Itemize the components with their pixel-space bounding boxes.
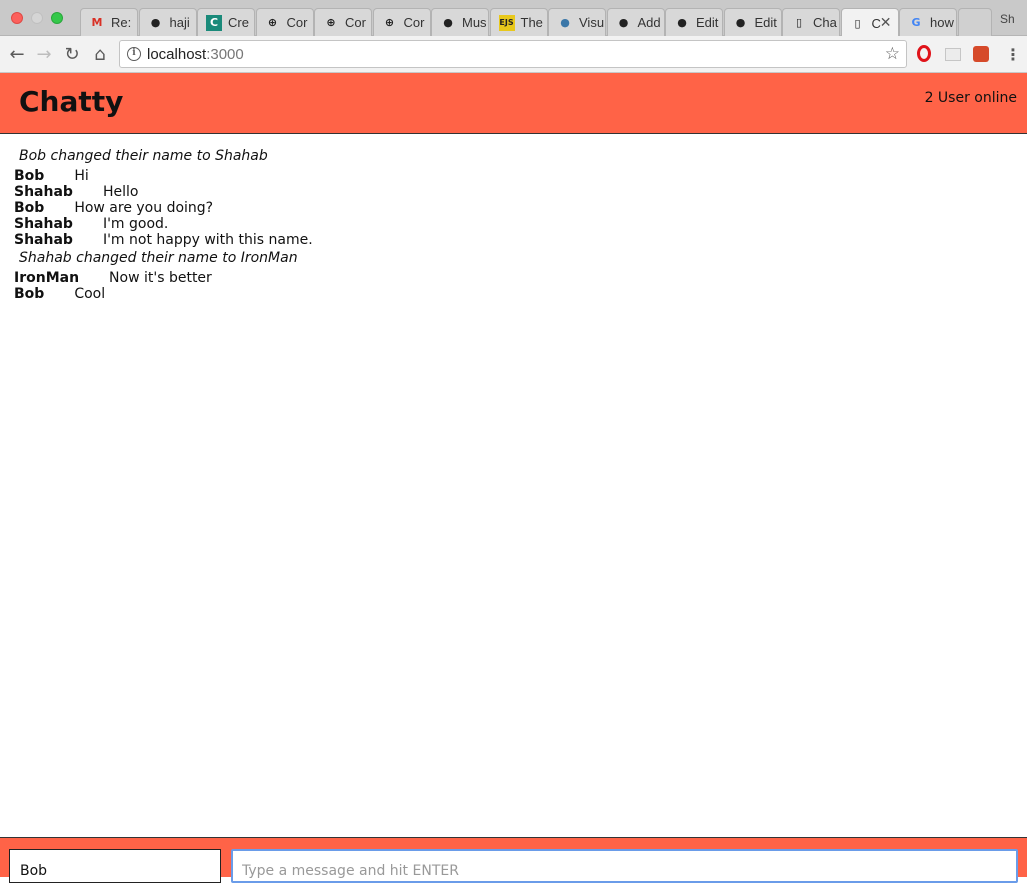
message-content: Hello: [102, 184, 139, 200]
plus-circle-icon: ⊕: [326, 16, 336, 29]
red-extension-icon[interactable]: [973, 46, 989, 62]
browser-tab[interactable]: ● haji: [138, 8, 197, 36]
tab-title: haji: [169, 15, 190, 30]
google-icon: G: [911, 16, 921, 29]
forward-arrow-icon[interactable]: →: [34, 44, 54, 65]
message-row: Shahab Hello: [14, 184, 1014, 200]
tab-title: Cha: [813, 15, 837, 30]
message-content: I'm not happy with this name.: [102, 232, 313, 248]
browser-tab[interactable]: ● Edit: [723, 8, 782, 36]
tab-title: Edit: [696, 15, 719, 30]
url-host: localhost: [147, 46, 207, 63]
message-content: Now it's better: [109, 270, 212, 286]
browser-tab[interactable]: ⊕ Cor: [372, 8, 431, 36]
browser-tab[interactable]: ● Edit: [665, 8, 723, 36]
url-port: :3000: [206, 46, 244, 63]
maximize-window-button[interactable]: [51, 12, 63, 24]
ejs-icon: EJS: [498, 14, 515, 31]
tab-title: Re:: [111, 15, 132, 30]
browser-tab[interactable]: ⊕ Cor: [255, 8, 314, 36]
username-input[interactable]: [9, 849, 221, 883]
system-notification: Bob changed their name to Shahab: [19, 148, 268, 164]
browser-menu-icon[interactable]: ⋮: [1005, 45, 1021, 64]
gmail-icon: M: [91, 16, 103, 29]
home-icon[interactable]: ⌂: [90, 44, 110, 65]
message-content: Hi: [74, 168, 89, 184]
url-text: localhost:3000: [147, 46, 244, 63]
browser-tab[interactable]: Ghow: [899, 8, 957, 36]
tab-title: Cor: [345, 15, 366, 30]
tab-title: Cor: [403, 15, 425, 30]
tab-title: Edit: [754, 15, 777, 30]
github-icon: ●: [618, 16, 629, 29]
message-content: How are you doing?: [74, 200, 214, 216]
github-icon: ●: [150, 16, 161, 29]
users-online-count: 2 User online: [924, 90, 1017, 106]
chat-bar: [0, 837, 1027, 883]
message-row: Bob Cool: [14, 286, 1014, 302]
app-navbar: Chatty 2 User online: [0, 73, 1027, 134]
message-content: I'm good.: [102, 216, 169, 232]
browser-tab[interactable]: EJS The: [489, 8, 548, 36]
browser-tab[interactable]: ● Add: [606, 8, 665, 36]
extension-icon[interactable]: [945, 48, 961, 61]
address-bar[interactable]: i localhost:3000 ☆: [119, 40, 907, 68]
message-content: Cool: [74, 286, 106, 302]
message-username: Shahab: [14, 232, 73, 248]
c-icon: C: [206, 14, 222, 31]
tab-title: how: [930, 15, 954, 30]
message-username: Bob: [14, 286, 45, 302]
github-icon: ●: [735, 16, 746, 29]
profile-button[interactable]: Sh: [1000, 12, 1015, 26]
browser-tab[interactable]: ● Mus: [431, 8, 489, 36]
message-row: Bob Hi: [14, 168, 1014, 184]
tab-title: The: [520, 15, 543, 30]
message-username: Shahab: [14, 184, 73, 200]
message-row: Shahab I'm good.: [14, 216, 1014, 232]
github-icon: ●: [443, 16, 453, 29]
message-username: Bob: [14, 200, 45, 216]
info-icon[interactable]: i: [127, 47, 141, 61]
browser-tab-strip: M Re: ● haji C Cre ⊕ Cor ⊕ Cor ⊕ Cor ● Mus EJS The ● Visu…: [0, 0, 1027, 37]
message-username: Shahab: [14, 216, 73, 232]
python-icon: ●: [560, 16, 570, 29]
message-list: Bob changed their name to Shahab Bob Hi Sha…: [14, 146, 1014, 302]
browser-tab[interactable]: ▯ Cha: [782, 8, 840, 36]
opera-extension-icon[interactable]: [917, 45, 931, 62]
reload-icon[interactable]: ↻: [62, 44, 82, 65]
tab-title: Add: [637, 15, 661, 30]
browser-tab[interactable]: ⊕ Cor: [314, 8, 372, 36]
minimize-window-button[interactable]: [31, 12, 43, 24]
tab-title: Mus: [462, 15, 487, 30]
new-tab-button[interactable]: [958, 8, 992, 36]
tab-title: Cor: [286, 15, 308, 30]
browser-tab[interactable]: C Cre: [197, 8, 255, 36]
message-row: Shahab I'm not happy with this name.: [14, 232, 1014, 248]
browser-tab[interactable]: M Re:: [80, 8, 138, 36]
message-username: Bob: [14, 168, 45, 184]
github-icon: ●: [677, 16, 687, 29]
tab-title: Visu: [579, 15, 605, 30]
close-window-button[interactable]: [11, 12, 23, 24]
message-input[interactable]: [231, 849, 1018, 883]
app-brand[interactable]: Chatty: [19, 85, 123, 118]
tab-title: Cre: [228, 15, 249, 30]
page-icon: ▯: [795, 16, 803, 29]
message-row: IronMan Now it's better: [14, 270, 1014, 286]
bookmark-star-icon[interactable]: ☆: [885, 44, 900, 64]
message-username: IronMan: [14, 270, 80, 286]
browser-toolbar: ← → ↻ ⌂ i localhost:3000 ☆ ⋮: [0, 36, 1027, 73]
close-tab-icon[interactable]: ✕: [880, 15, 892, 31]
page-icon: ▯: [854, 16, 861, 30]
back-arrow-icon[interactable]: ←: [7, 44, 27, 65]
browser-tab[interactable]: ● Visu: [548, 8, 606, 36]
system-notification: Shahab changed their name to IronMan: [19, 250, 298, 266]
plus-circle-icon: ⊕: [267, 16, 278, 29]
message-row: Bob How are you doing?: [14, 200, 1014, 216]
browser-tab[interactable]: ▯ C ✕: [840, 8, 899, 37]
plus-circle-icon: ⊕: [384, 16, 395, 29]
